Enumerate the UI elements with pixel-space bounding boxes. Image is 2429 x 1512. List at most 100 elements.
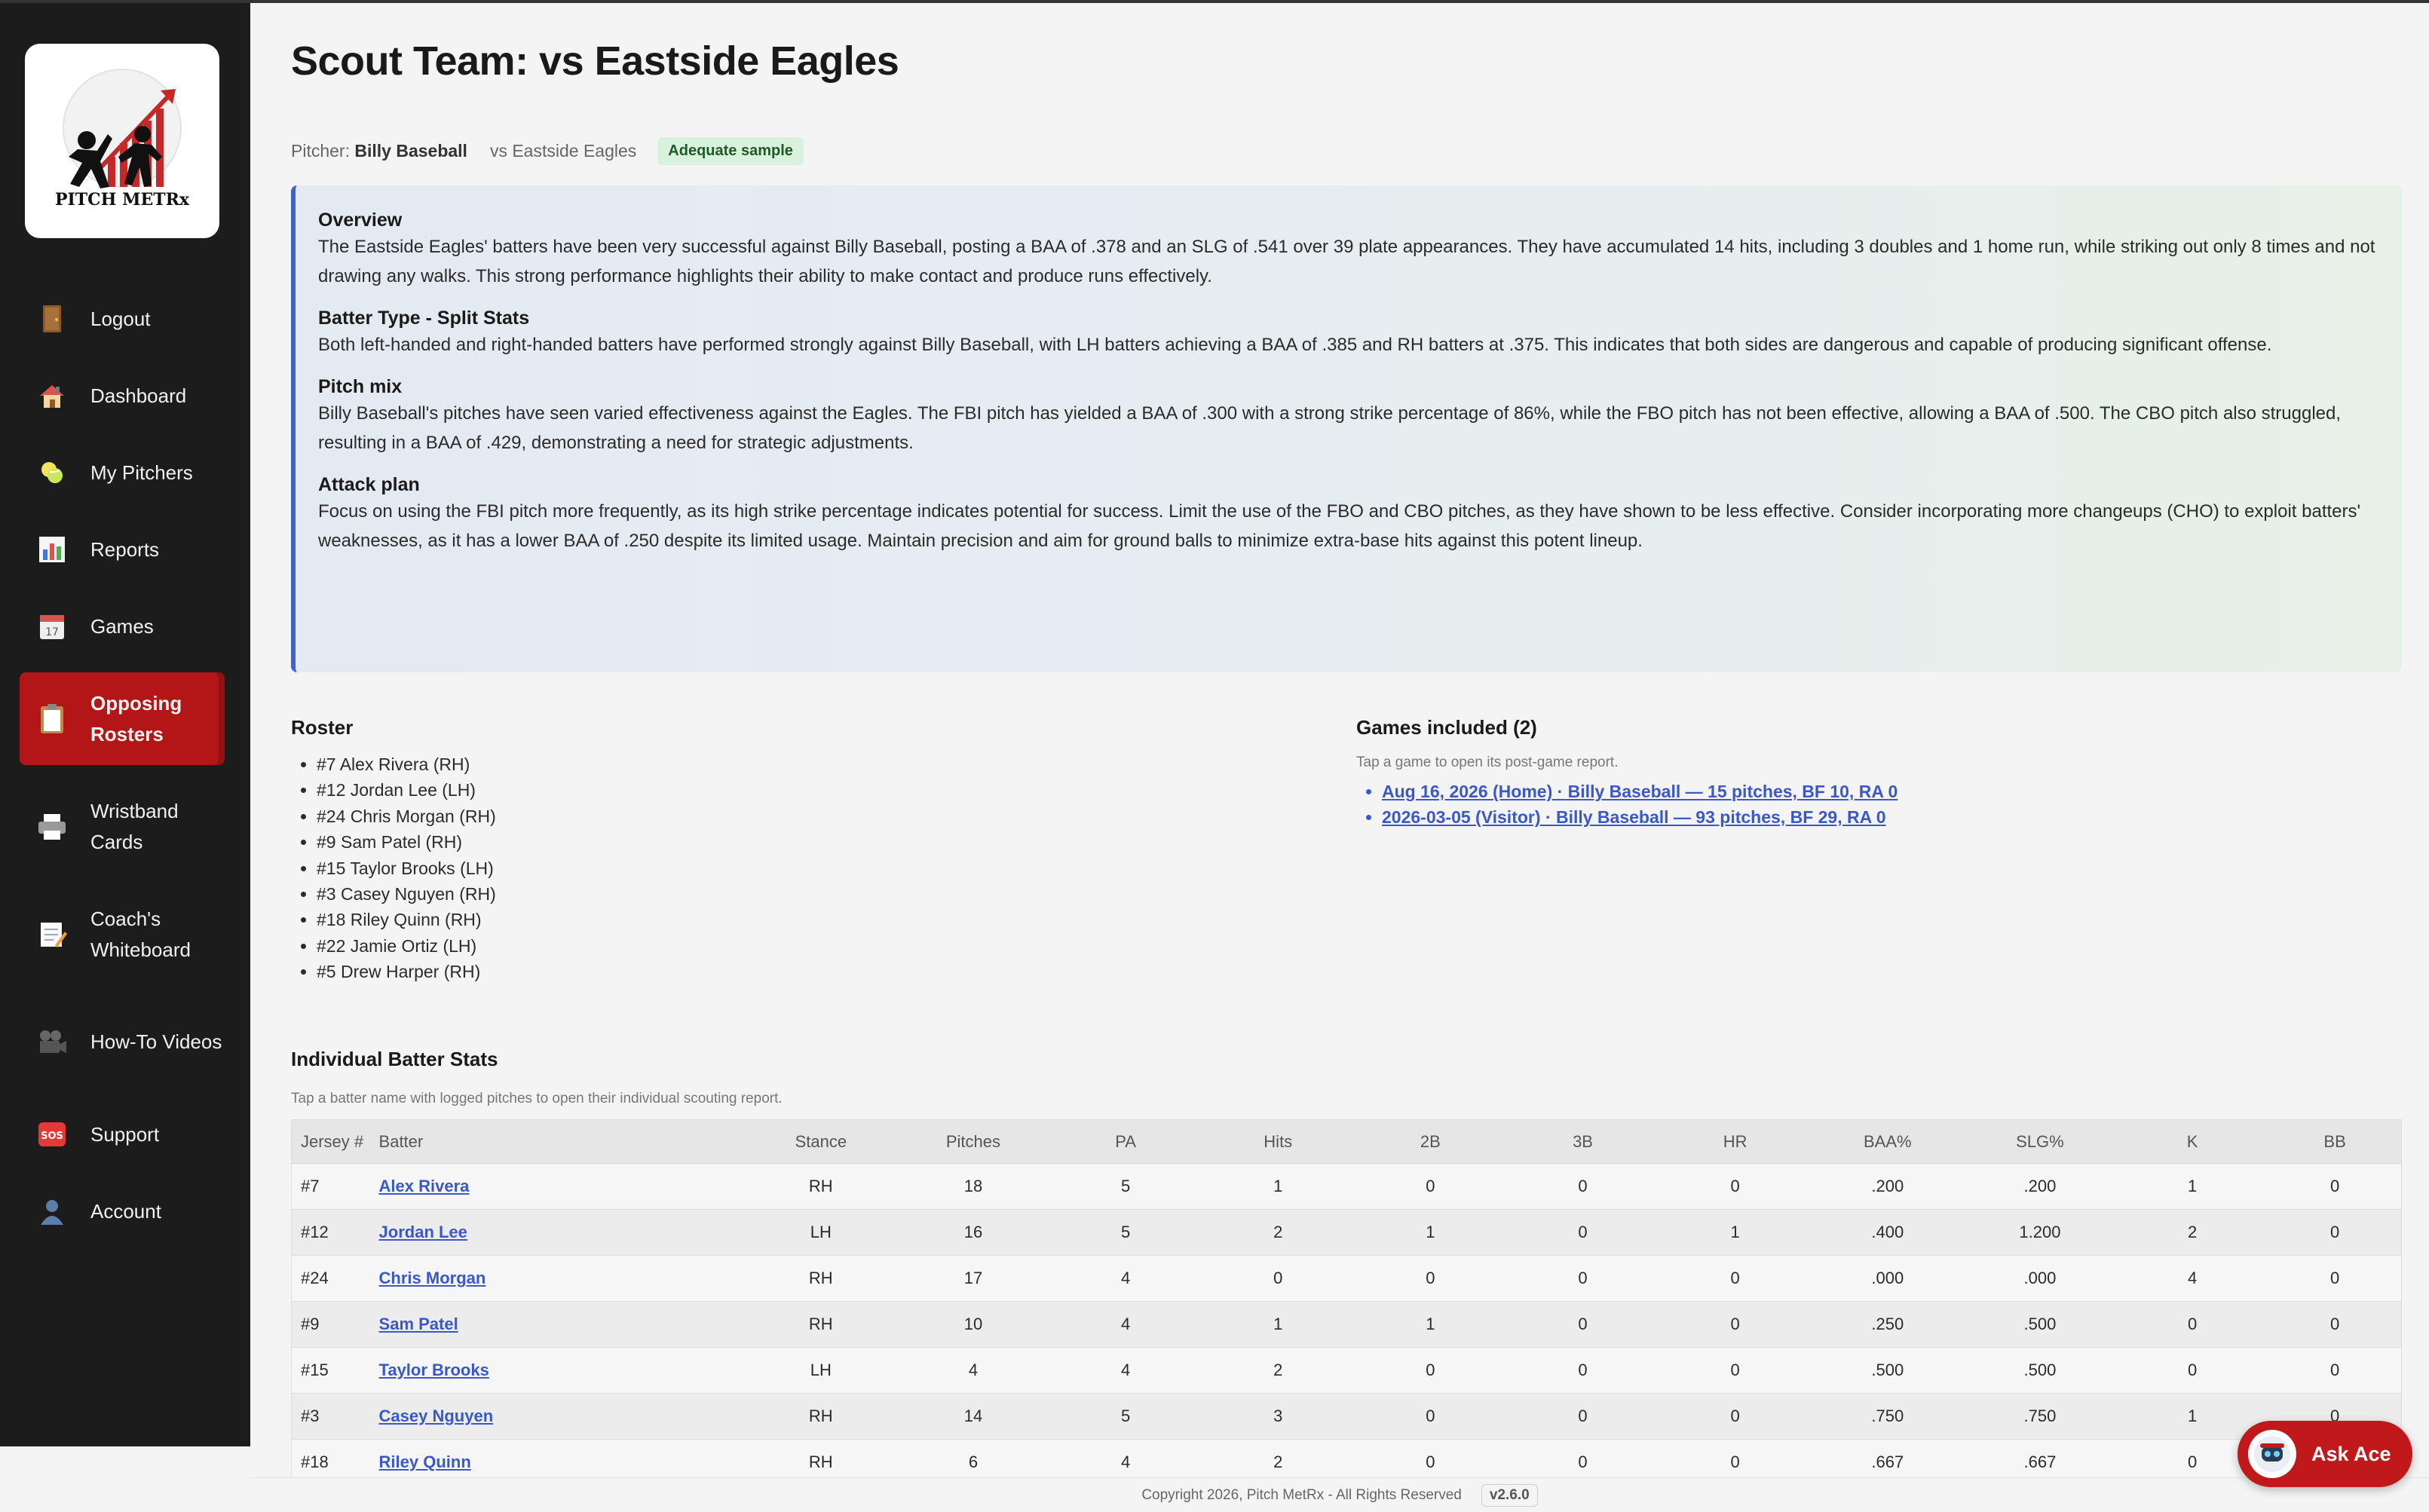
column-header: Jersey # xyxy=(291,1119,378,1164)
table-cell: RH xyxy=(744,1163,897,1210)
sidebar-item-label: Dashboard xyxy=(90,384,187,407)
table-cell: 0 xyxy=(2116,1301,2269,1348)
column-header: Pitches xyxy=(896,1119,1050,1164)
report-meta: Pitcher: Billy Baseball vs Eastside Eagl… xyxy=(291,137,804,165)
table-cell: 1 xyxy=(1202,1163,1355,1210)
table-cell: 0 xyxy=(1506,1163,1659,1210)
table-cell: 0 xyxy=(2268,1163,2402,1210)
column-header: 2B xyxy=(1354,1119,1507,1164)
table-cell: 4 xyxy=(1049,1255,1202,1302)
sidebar-item-account[interactable]: Account xyxy=(20,1180,225,1242)
table-cell: 16 xyxy=(896,1209,1050,1256)
ask-ace-button[interactable]: Ask Ace xyxy=(2238,1421,2412,1487)
game-link[interactable]: Aug 16, 2026 (Home) · Billy Baseball — 1… xyxy=(1382,782,1898,801)
roster-list: #7 Alex Rivera (RH) #12 Jordan Lee (LH) … xyxy=(291,751,1271,985)
table-cell: 2 xyxy=(1202,1347,1355,1394)
table-cell: 14 xyxy=(896,1393,1050,1440)
table-cell: #24 xyxy=(291,1255,378,1302)
column-header: BB xyxy=(2268,1119,2402,1164)
sidebar-item-reports[interactable]: Reports xyxy=(20,519,225,580)
list-item: #22 Jamie Ortiz (LH) xyxy=(317,933,1271,959)
table-cell: 0 xyxy=(1506,1209,1659,1256)
sidebar-nav: Logout Dashboard My Pitchers Reports 17 … xyxy=(20,288,225,1257)
table-cell: 3 xyxy=(1202,1393,1355,1440)
pitcher-name: Billy Baseball xyxy=(354,141,467,161)
list-item: #12 Jordan Lee (LH) xyxy=(317,777,1271,803)
sidebar-item-support[interactable]: SOS Support xyxy=(20,1103,225,1165)
table-cell: 5 xyxy=(1049,1393,1202,1440)
batter-link[interactable]: Jordan Lee xyxy=(379,1223,467,1241)
table-cell: 2 xyxy=(2116,1209,2269,1256)
analysis-split-stats: Batter Type - Split Stats Both left-hand… xyxy=(318,306,2379,360)
sidebar-item-label: Reports xyxy=(90,537,160,561)
batter-rows: #7 Alex Rivera RH 18 5 1 0 0 0.200.200 1 0 #12 Jorda… xyxy=(291,1163,2402,1486)
analysis-section-title: Pitch mix xyxy=(318,376,403,397)
table-cell: 0 xyxy=(1659,1163,1812,1210)
table-cell: 0 xyxy=(1506,1301,1659,1348)
batter-link[interactable]: Casey Nguyen xyxy=(379,1406,494,1425)
app-logo[interactable]: PITCH METRx xyxy=(25,44,219,238)
column-header: SLG% xyxy=(1963,1119,2117,1164)
table-cell: #7 xyxy=(291,1163,378,1210)
page-title: Scout Team: vs Eastside Eagles xyxy=(291,38,899,84)
table-cell: RH xyxy=(744,1393,897,1440)
roster-title: Roster xyxy=(291,716,354,739)
column-header: K xyxy=(2116,1119,2269,1164)
batter-link[interactable]: Alex Rivera xyxy=(379,1177,470,1195)
pitch-metrx-logo-icon: PITCH METRx xyxy=(55,69,190,210)
batter-link[interactable]: Taylor Brooks xyxy=(379,1360,489,1379)
column-header: 3B xyxy=(1506,1119,1659,1164)
table-cell: 0 xyxy=(1506,1347,1659,1394)
table-cell: 17 xyxy=(896,1255,1050,1302)
games-hint: Tap a game to open its post-game report. xyxy=(1356,754,1619,770)
table-cell: .750 xyxy=(1963,1393,2117,1440)
list-item: #9 Sam Patel (RH) xyxy=(317,829,1271,855)
analysis-section-title: Attack plan xyxy=(318,474,420,495)
table-row: #9 Sam Patel RH 10 4 1 1 0 0.250.500 0 0 xyxy=(291,1301,2402,1348)
batter-link[interactable]: Chris Morgan xyxy=(379,1269,486,1287)
sidebar-item-opposing-rosters[interactable]: Opposing Rosters xyxy=(20,672,225,765)
sidebar-item-label: My Pitchers xyxy=(90,461,193,484)
sidebar-item-wristband-cards[interactable]: Wristband Cards xyxy=(20,780,225,873)
table-cell: 0 xyxy=(1354,1255,1507,1302)
table-cell: RH xyxy=(744,1301,897,1348)
table-cell: #9 xyxy=(291,1301,378,1348)
sidebar-item-how-to-videos[interactable]: How-To Videos xyxy=(20,996,225,1088)
table-cell: #12 xyxy=(291,1209,378,1256)
sidebar-item-coaches-whiteboard[interactable]: Coach's Whiteboard xyxy=(20,888,225,981)
table-cell: 4 xyxy=(1049,1301,1202,1348)
game-link[interactable]: 2026-03-05 (Visitor) · Billy Baseball — … xyxy=(1382,807,1886,827)
printer-icon xyxy=(36,811,68,843)
table-cell: .400 xyxy=(1811,1209,1964,1256)
column-header: HR xyxy=(1659,1119,1812,1164)
column-header: Hits xyxy=(1202,1119,1355,1164)
sidebar-item-dashboard[interactable]: Dashboard xyxy=(20,365,225,427)
table-cell: .000 xyxy=(1811,1255,1964,1302)
table-cell: 1 xyxy=(1354,1301,1507,1348)
analysis-section-body: Both left-handed and right-handed batter… xyxy=(318,335,2272,355)
table-cell: 0 xyxy=(1659,1255,1812,1302)
roster-section: Roster #7 Alex Rivera (RH) #12 Jordan Le… xyxy=(291,716,1271,985)
ai-analysis-panel: Overview The Eastside Eagles' batters ha… xyxy=(291,185,2402,672)
table-row: #12 Jordan Lee LH 16 5 2 1 0 1.400 1.200 2 0 xyxy=(291,1209,2402,1256)
table-cell: .500 xyxy=(1963,1301,2117,1348)
table-cell: 0 xyxy=(1202,1255,1355,1302)
batter-link[interactable]: Sam Patel xyxy=(379,1315,458,1333)
door-icon xyxy=(36,303,68,335)
analysis-section-title: Overview xyxy=(318,210,403,231)
sidebar-item-games[interactable]: 17 Games xyxy=(20,595,225,657)
svg-text:17: 17 xyxy=(45,626,59,638)
sidebar-item-label: Support xyxy=(90,1122,160,1146)
sidebar-item-label: How-To Videos xyxy=(90,1030,222,1053)
table-cell: 0 xyxy=(1659,1347,1812,1394)
table-row: #3 Casey Nguyen RH 14 5 3 0 0 0.750.750 1 0 xyxy=(291,1393,2402,1440)
table-cell: 0 xyxy=(1354,1163,1507,1210)
sidebar: PITCH METRx Logout Dashboard My Pitchers xyxy=(0,3,250,1446)
sidebar-item-label: Wristband Cards xyxy=(90,799,179,853)
sidebar-item-my-pitchers[interactable]: My Pitchers xyxy=(20,442,225,503)
table-cell: Taylor Brooks xyxy=(377,1347,745,1394)
table-cell: Sam Patel xyxy=(377,1301,745,1348)
bar-chart-icon xyxy=(36,534,68,565)
sidebar-item-logout[interactable]: Logout xyxy=(20,288,225,350)
batter-link[interactable]: Riley Quinn xyxy=(379,1452,471,1471)
